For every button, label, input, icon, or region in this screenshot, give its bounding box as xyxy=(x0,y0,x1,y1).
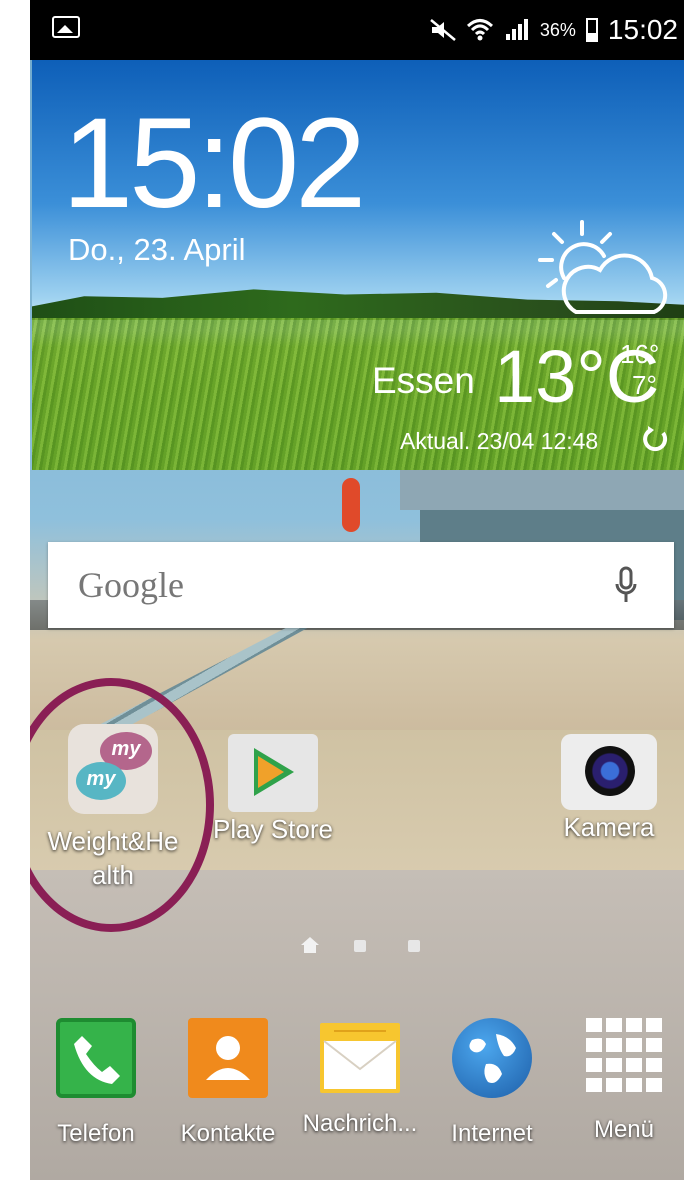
google-logo: Google xyxy=(78,565,184,605)
status-time: 15:02 xyxy=(607,14,678,45)
home-page-icon[interactable] xyxy=(300,936,320,954)
app-play-store[interactable]: Play Store xyxy=(198,724,348,846)
dock-label: Telefon xyxy=(57,1120,135,1147)
battery-percent: 36% xyxy=(539,19,576,40)
widget-date: Do., 23. April xyxy=(68,232,246,267)
messages-icon xyxy=(320,1023,400,1093)
camera-lens xyxy=(585,746,635,796)
partly-cloudy-icon xyxy=(538,220,668,314)
weather-updated: Aktual. 23/04 12:48 xyxy=(400,428,599,454)
dock-label: Nachrich... xyxy=(302,1110,418,1137)
dock-label: Kontakte xyxy=(180,1120,276,1147)
page-dot[interactable] xyxy=(354,940,366,952)
signal-icon xyxy=(505,19,528,40)
page-dot[interactable] xyxy=(408,940,420,952)
apps-menu-icon xyxy=(586,1018,662,1094)
home-screen: 36% 15:02 15:02 Do., 23. April Essen 13°… xyxy=(30,0,684,1180)
dock-label: Menü xyxy=(593,1116,655,1143)
phone-icon xyxy=(56,1018,136,1098)
status-bar[interactable]: 36% 15:02 xyxy=(30,0,684,60)
app-label: Play Store xyxy=(213,814,333,844)
rescue-tube xyxy=(342,478,360,532)
dock-contacts[interactable]: Kontakte xyxy=(162,1018,294,1148)
clock-weather-widget[interactable]: 15:02 Do., 23. April Essen 13°C 16° 7° A… xyxy=(32,60,684,470)
mic-icon[interactable] xyxy=(614,566,638,606)
mute-icon xyxy=(430,19,456,41)
dock-internet[interactable]: Internet xyxy=(426,1018,558,1148)
weather-city: Essen xyxy=(372,360,475,401)
camera-icon xyxy=(561,734,657,810)
widget-clock: 15:02 xyxy=(62,92,366,235)
internet-icon xyxy=(452,1018,532,1098)
weather-low: 7° xyxy=(632,370,657,400)
page-indicator[interactable] xyxy=(300,934,420,958)
weather-high: 16° xyxy=(620,339,660,369)
lifeguard-tower-roof xyxy=(400,470,684,510)
app-camera[interactable]: Kamera xyxy=(534,724,684,844)
dock-messages[interactable]: Nachrich... xyxy=(294,1018,426,1138)
play-store-icon xyxy=(228,734,318,812)
contacts-icon xyxy=(188,1018,268,1098)
play-triangle-inner xyxy=(258,756,284,788)
app-label: Kamera xyxy=(563,812,655,842)
dock-label: Internet xyxy=(451,1120,533,1147)
google-search-bar[interactable]: Google xyxy=(48,542,674,628)
battery-icon xyxy=(585,18,598,42)
dock-menu[interactable]: Menü xyxy=(558,1018,684,1144)
wifi-icon xyxy=(466,19,493,41)
dock-phone[interactable]: Telefon xyxy=(30,1018,162,1148)
picture-icon xyxy=(52,16,80,38)
refresh-icon[interactable] xyxy=(642,426,668,452)
